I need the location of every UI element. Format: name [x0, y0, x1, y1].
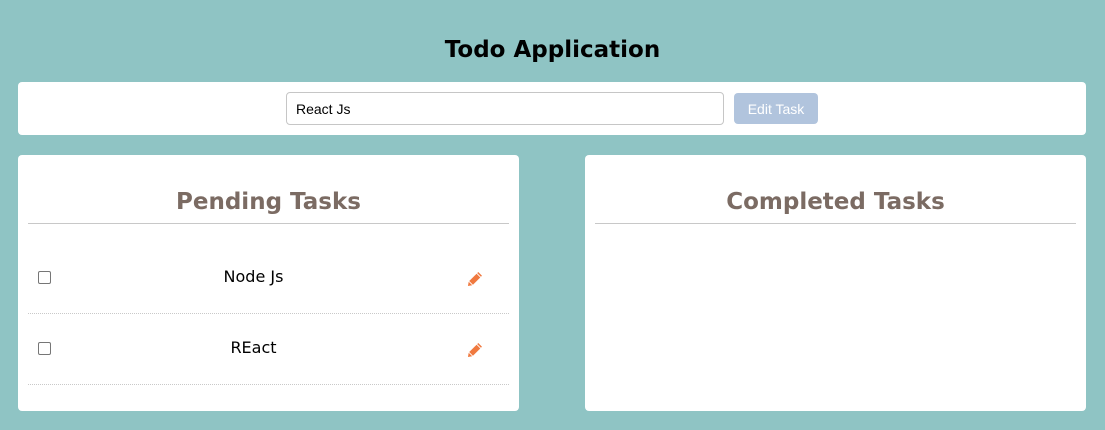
- pending-tasks-heading: Pending Tasks: [176, 189, 361, 215]
- pencil-icon[interactable]: [467, 270, 484, 287]
- task-checkbox[interactable]: [38, 342, 51, 355]
- pencil-icon[interactable]: [467, 341, 484, 358]
- task-checkbox[interactable]: [38, 271, 51, 284]
- edit-task-button[interactable]: Edit Task: [734, 93, 818, 124]
- completed-heading-divider: [595, 223, 1076, 224]
- task-input-bar: Edit Task: [18, 82, 1086, 135]
- task-label: Node Js: [223, 267, 284, 286]
- completed-tasks-panel: Completed Tasks: [585, 155, 1086, 411]
- task-label: REact: [230, 338, 277, 357]
- task-row: REact: [28, 314, 509, 385]
- completed-tasks-heading: Completed Tasks: [726, 189, 945, 215]
- pending-heading-divider: [28, 223, 509, 224]
- app-title: Todo Application: [444, 37, 661, 63]
- task-row: Node Js: [28, 243, 509, 314]
- pending-tasks-panel: Pending Tasks Node Js REact: [18, 155, 519, 411]
- task-input[interactable]: [286, 92, 724, 125]
